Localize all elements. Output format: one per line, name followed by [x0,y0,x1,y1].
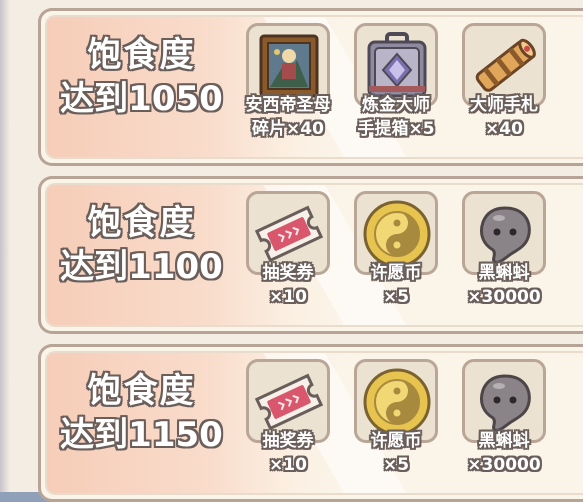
reward-name: 抽奖券 [262,263,314,283]
reward-quantity: ×30000 [467,455,541,475]
reward-name: 大师手札 [470,95,538,115]
suitcase-icon [367,32,427,98]
painting-icon [259,34,319,98]
reward-quantity: 手提箱×5 [357,119,435,139]
reward-quantity: ×40 [485,119,523,139]
goal-label: 饱食度 达到1050 [49,33,234,121]
reward-quantity: ×30000 [467,287,541,307]
goal-threshold: 达到1150 [60,415,223,455]
ticket-icon [254,373,324,431]
black-tadpole-icon [479,206,531,264]
reward-item[interactable]: 黑蝌蚪 ×30000 [454,359,554,499]
goal-threshold: 达到1100 [60,247,223,287]
reward-quantity: ×5 [382,455,410,475]
reward-item[interactable]: 许愿币 ×5 [346,191,446,331]
reward-name: 抽奖券 [262,431,314,451]
reward-item[interactable]: 安西帝圣母 碎片×40 [238,23,338,163]
reward-quantity: ×10 [269,455,307,475]
milestone-card-1050: 饱食度 达到1050 安西帝圣母 碎片×40 炼金大师 手提箱×5 大师手札 ×… [38,8,583,166]
goal-stat: 饱食度 [87,35,196,75]
goal-threshold: 达到1050 [60,79,223,119]
goal-label: 饱食度 达到1100 [49,201,234,289]
reward-item[interactable]: 许愿币 ×5 [346,359,446,499]
reward-item[interactable]: 黑蝌蚪 ×30000 [454,191,554,331]
yin-yang-coin-icon [363,200,431,268]
reward-item[interactable]: 抽奖券 ×10 [238,359,338,499]
ticket-icon [254,205,324,263]
milestone-card-1100: 饱食度 达到1100 抽奖券 ×10 许愿币 ×5 黑蝌蚪 ×30000 [38,176,583,334]
reward-name: 许愿币 [370,263,422,283]
reward-item[interactable]: 抽奖券 ×10 [238,191,338,331]
reward-name: 黑蝌蚪 [478,263,530,283]
reward-quantity: ×5 [382,287,410,307]
milestone-card-1150: 饱食度 达到1150 抽奖券 ×10 许愿币 ×5 黑蝌蚪 ×30000 [38,344,583,502]
reward-quantity: ×10 [269,287,307,307]
scroll-icon [475,38,536,92]
goal-stat: 饱食度 [87,203,196,243]
reward-name: 安西帝圣母 [245,95,331,115]
reward-quantity: 碎片×40 [252,119,324,139]
reward-item[interactable]: 炼金大师 手提箱×5 [346,23,446,163]
reward-name: 炼金大师 [362,95,430,115]
reward-item[interactable]: 大师手札 ×40 [454,23,554,163]
reward-name: 许愿币 [370,431,422,451]
goal-stat: 饱食度 [87,371,196,411]
goal-label: 饱食度 达到1150 [49,369,234,457]
milestone-reward-panel: 饱食度 达到1050 安西帝圣母 碎片×40 炼金大师 手提箱×5 大师手札 ×… [0,0,583,502]
reward-name: 黑蝌蚪 [478,431,530,451]
black-tadpole-icon [479,374,531,432]
yin-yang-coin-icon [363,368,431,436]
